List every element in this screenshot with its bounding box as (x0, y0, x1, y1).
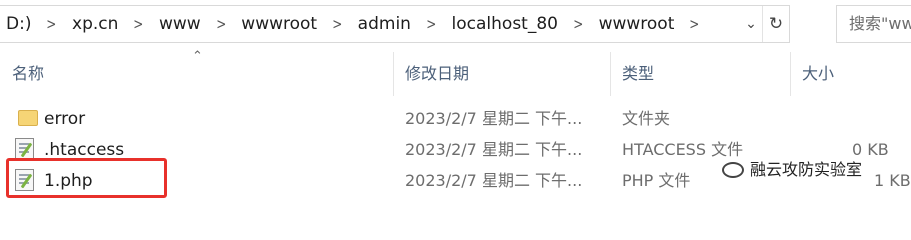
file-name: error (44, 109, 86, 129)
file-date: 2023/2/7 星期二 下午... (405, 140, 583, 159)
breadcrumb-wwwroot-current[interactable]: wwwroot (593, 14, 681, 34)
column-header-type[interactable]: 类型 (610, 52, 790, 96)
breadcrumb-admin[interactable]: admin (352, 14, 417, 34)
file-date: 2023/2/7 星期二 下午... (405, 109, 583, 128)
chevron-right-icon[interactable]: > (326, 15, 349, 33)
file-date: 2023/2/7 星期二 下午... (405, 171, 583, 190)
refresh-icon[interactable]: ↻ (762, 6, 789, 42)
file-row-error[interactable]: error 2023/2/7 星期二 下午... 文件夹 (0, 104, 911, 134)
column-header-name[interactable]: 名称 (0, 52, 393, 96)
chevron-right-icon[interactable]: > (567, 15, 590, 33)
address-bar[interactable]: D:) > xp.cn > www > wwwroot > admin > lo… (0, 5, 790, 43)
chevron-down-icon[interactable]: ⌄ (740, 16, 762, 32)
wechat-logo-icon (722, 162, 744, 178)
chevron-right-icon[interactable]: > (40, 15, 63, 33)
column-header-row: ⌃ 名称 修改日期 类型 大小 (0, 50, 911, 96)
breadcrumb-drive[interactable]: D:) (0, 14, 37, 34)
highlight-box (6, 158, 167, 198)
chevron-right-icon[interactable]: > (210, 15, 233, 33)
breadcrumb-xp-cn[interactable]: xp.cn (66, 14, 124, 34)
chevron-right-icon[interactable]: > (127, 15, 150, 33)
file-size: 1 KB (874, 171, 911, 190)
chevron-right-icon[interactable]: > (683, 15, 706, 33)
breadcrumb-wwwroot[interactable]: wwwroot (235, 14, 323, 34)
breadcrumb-www[interactable]: www (153, 14, 207, 34)
watermark: 融云攻防实验室 (722, 156, 867, 184)
folder-icon (18, 110, 38, 126)
file-type: PHP 文件 (622, 171, 691, 190)
php-file-icon (15, 138, 34, 160)
search-input[interactable]: 搜索"ww (836, 5, 911, 43)
chevron-right-icon[interactable]: > (420, 15, 443, 33)
column-header-size[interactable]: 大小 (790, 52, 911, 96)
watermark-text: 融云攻防实验室 (750, 160, 863, 179)
file-type: 文件夹 (622, 109, 671, 128)
breadcrumb-localhost-80[interactable]: localhost_80 (446, 14, 564, 34)
column-header-date[interactable]: 修改日期 (393, 52, 610, 96)
